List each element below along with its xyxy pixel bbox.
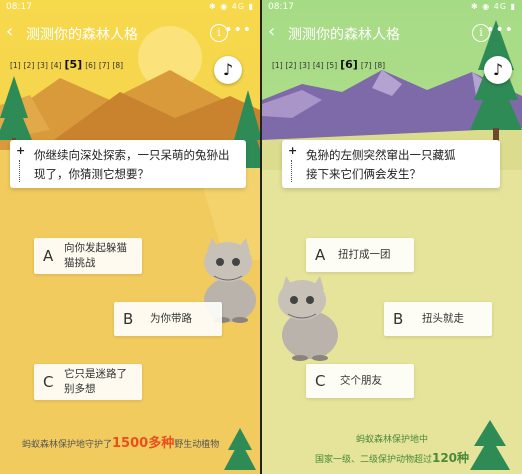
footer-suffix: 野生动植物 — [174, 440, 220, 450]
page-number: [4] — [312, 61, 324, 70]
footer-text: 蚂蚁森林保护地中 国家一级、二级保护动物超过120种 — [262, 432, 522, 466]
dotted-divider — [291, 160, 292, 182]
page-number: [1] — [272, 61, 283, 70]
quiz-screen-question-6: 08:17 ✱ ◉ 4G ▮ ‹ 测测你的森林人格 i ••• [1] [2] … — [262, 0, 522, 474]
page-number: [4] — [50, 61, 62, 70]
option-letter: B — [123, 310, 134, 328]
question-text: 兔狲的左侧突然窜出一只藏狐接下来它们俩会发生？ — [306, 148, 456, 181]
question-text: 你继续向深处探索，一只呆萌的兔狲出现了，你猜测它想要？ — [34, 148, 230, 181]
option-text: 为你带路 — [150, 312, 192, 325]
footer-line-1: 蚂蚁森林保护地中 — [355, 435, 428, 445]
plus-icon: + — [288, 144, 298, 157]
question-card: + 兔狲的左侧突然窜出一只藏狐接下来它们俩会发生？ — [282, 140, 500, 188]
footer-prefix: 国家一级、二级保护动物超过 — [314, 455, 432, 465]
chevron-left-icon[interactable]: ‹ — [268, 22, 284, 42]
page-title: 测测你的森林人格 — [26, 27, 138, 43]
option-letter: C — [43, 373, 54, 391]
current-page-number: [6] — [340, 58, 358, 71]
option-b-button[interactable]: B 扭头就走 — [384, 302, 492, 336]
page-title: 测测你的森林人格 — [288, 27, 400, 43]
option-letter: C — [315, 372, 326, 390]
option-text: 扭头就走 — [422, 312, 464, 325]
page-number: [8] — [112, 61, 124, 70]
page-number: [7] — [98, 61, 110, 70]
mountain-background — [262, 0, 522, 474]
footer-line-2: 国家一级、二级保护动物超过120种 — [262, 449, 522, 466]
page-number: [7] — [360, 61, 372, 70]
more-icon[interactable]: ••• — [224, 22, 252, 38]
current-page-number: [5] — [64, 58, 83, 71]
option-letter: A — [43, 247, 54, 265]
page-indicator: [1] [2] [3] [4] [5] [6] [7] [8] — [272, 58, 385, 71]
plus-icon: + — [16, 144, 26, 157]
option-text: 向你发起躲猫猫挑战 — [64, 242, 127, 269]
option-text: 它只是迷路了别多想 — [64, 368, 127, 395]
footer-number: 1500多种 — [112, 436, 175, 451]
option-a-button[interactable]: A 向你发起躲猫猫挑战 — [34, 238, 142, 274]
title-bar: ‹ 测测你的森林人格 i ••• — [262, 16, 522, 50]
page-number: [3] — [37, 61, 48, 70]
option-c-button[interactable]: C 它只是迷路了别多想 — [34, 364, 142, 400]
option-c-button[interactable]: C 交个朋友 — [306, 364, 414, 398]
status-icons: ✱ ◉ 4G ▮ — [208, 2, 254, 11]
title-bar: ‹ 测测你的森林人格 i ••• — [0, 16, 260, 50]
page-number: [1] — [10, 61, 21, 70]
page-number: [6] — [85, 61, 96, 70]
page-number: [5] — [326, 61, 338, 70]
music-note-icon[interactable]: ♪ — [484, 56, 512, 84]
status-time: 08:17 — [268, 2, 294, 12]
page-number: [2] — [285, 61, 297, 70]
status-bar: 08:17 ✱ ◉ 4G ▮ — [262, 0, 522, 16]
option-b-button[interactable]: B 为你带路 — [114, 302, 222, 336]
option-letter: B — [393, 310, 404, 328]
footer-prefix: 蚂蚁森林保护地守护了 — [22, 440, 113, 450]
music-note-icon[interactable]: ♪ — [214, 56, 242, 84]
page-number: [3] — [299, 61, 310, 70]
question-card: + 你继续向深处探索，一只呆萌的兔狲出现了，你猜测它想要？ — [10, 140, 246, 188]
status-bar: 08:17 ✱ ◉ 4G ▮ — [0, 0, 260, 16]
quiz-screen-question-5: 08:17 ✱ ◉ 4G ▮ ‹ 测测你的森林人格 i ••• [1] [2] … — [0, 0, 260, 474]
option-text: 扭打成一团 — [338, 248, 391, 261]
dotted-divider — [19, 160, 20, 182]
footer-number: 120种 — [431, 451, 470, 465]
footer-text: 蚂蚁森林保护地守护了1500多种野生动植物 — [22, 432, 219, 451]
page-number: [2] — [23, 61, 35, 70]
option-a-button[interactable]: A 扭打成一团 — [306, 238, 414, 272]
page-number: [8] — [374, 61, 386, 70]
option-letter: A — [315, 246, 326, 264]
page-indicator: [1] [2] [3] [4] [5] [6] [7] [8] — [10, 58, 123, 71]
more-icon[interactable]: ••• — [486, 22, 514, 38]
chevron-left-icon[interactable]: ‹ — [6, 22, 22, 42]
status-time: 08:17 — [6, 2, 32, 12]
status-icons: ✱ ◉ 4G ▮ — [470, 2, 516, 11]
option-text: 交个朋友 — [340, 374, 382, 387]
